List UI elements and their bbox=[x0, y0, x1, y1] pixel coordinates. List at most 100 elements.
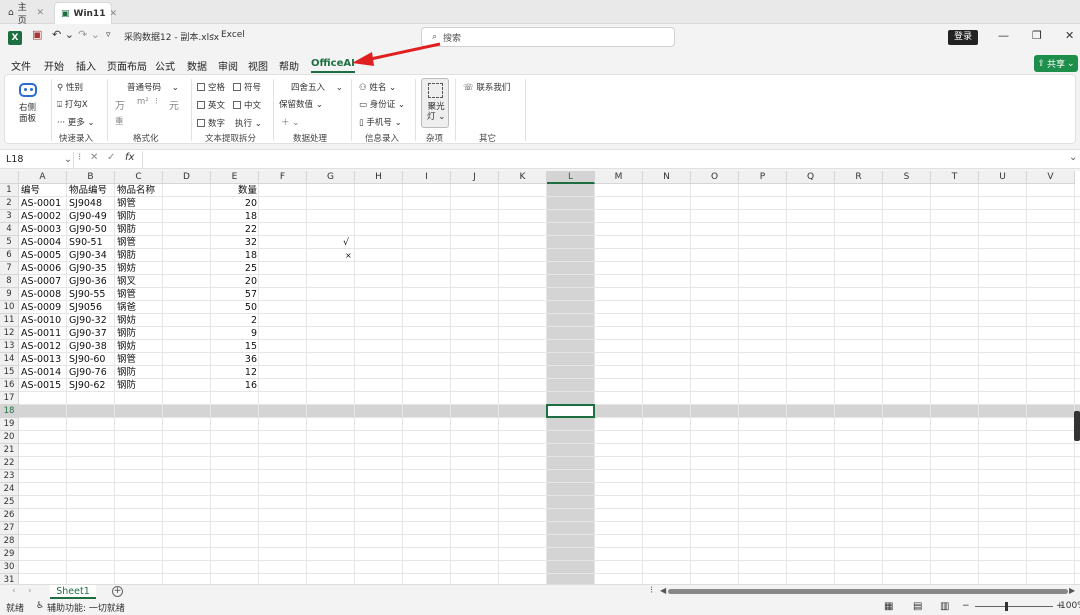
menu-file[interactable]: 文件 bbox=[11, 58, 31, 73]
zoom-level[interactable]: 100% bbox=[1060, 601, 1080, 611]
cell-quantity[interactable]: 9 bbox=[211, 327, 257, 340]
row-header-17[interactable]: 17 bbox=[0, 392, 19, 405]
cell-item-code[interactable]: GJ90-38 bbox=[69, 340, 107, 353]
cell-quantity[interactable]: 50 bbox=[211, 301, 257, 314]
row-header-25[interactable]: 25 bbox=[0, 496, 19, 509]
splitter-handle[interactable]: ⁝ bbox=[650, 585, 653, 596]
gender-button[interactable]: ⚲ 性别 bbox=[57, 81, 83, 93]
column-header-t[interactable]: T bbox=[931, 171, 979, 184]
column-header-f[interactable]: F bbox=[259, 171, 307, 184]
row-header-21[interactable]: 21 bbox=[0, 444, 19, 457]
name-box[interactable]: L18 ⌄ bbox=[4, 152, 74, 168]
normal-view-icon[interactable]: ▦ bbox=[884, 601, 893, 612]
search-box[interactable]: ⌕ 搜索 bbox=[421, 27, 675, 47]
zoom-slider[interactable] bbox=[975, 606, 1053, 607]
column-header-s[interactable]: S bbox=[883, 171, 931, 184]
cell-item-code[interactable]: SJ9048 bbox=[69, 197, 102, 210]
insert-function-button[interactable]: fx bbox=[125, 152, 134, 163]
cell-id[interactable]: AS-0005 bbox=[21, 249, 61, 262]
column-title[interactable]: 数量 bbox=[211, 184, 257, 197]
row-header-18[interactable]: 18 bbox=[0, 405, 19, 418]
row-header-5[interactable]: 5 bbox=[0, 236, 19, 249]
formula-input[interactable] bbox=[142, 151, 1070, 168]
row-header-23[interactable]: 23 bbox=[0, 470, 19, 483]
cell-item-code[interactable]: SJ9056 bbox=[69, 301, 102, 314]
cell-item-name[interactable]: 钢防 bbox=[117, 210, 136, 223]
row-header-1[interactable]: 1 bbox=[0, 184, 19, 197]
cell-item-name[interactable]: 钢防 bbox=[117, 366, 136, 379]
cell-id[interactable]: AS-0008 bbox=[21, 288, 61, 301]
cell-id[interactable]: AS-0004 bbox=[21, 236, 61, 249]
cell-item-code[interactable]: GJ90-50 bbox=[69, 223, 107, 236]
contact-us-button[interactable]: ☏ 联系我们 bbox=[463, 81, 510, 93]
redo-icon[interactable]: ↷ ⌄ bbox=[78, 28, 100, 41]
cell-item-code[interactable]: GJ90-35 bbox=[69, 262, 107, 275]
column-header-e[interactable]: E bbox=[211, 171, 259, 184]
row-header-9[interactable]: 9 bbox=[0, 288, 19, 301]
horizontal-scrollbar[interactable] bbox=[668, 589, 1068, 594]
cell-quantity[interactable]: 22 bbox=[211, 223, 257, 236]
cell-item-name[interactable]: 锅爸 bbox=[117, 301, 136, 314]
column-header-h[interactable]: H bbox=[355, 171, 403, 184]
row-header-27[interactable]: 27 bbox=[0, 522, 19, 535]
column-header-o[interactable]: O bbox=[691, 171, 739, 184]
sheet-tab-sheet1[interactable]: Sheet1 bbox=[50, 585, 96, 599]
confirm-button[interactable]: ✓ bbox=[107, 152, 115, 163]
cell-item-code[interactable]: S90-51 bbox=[69, 236, 103, 249]
cell-item-name[interactable]: 钢妨 bbox=[117, 340, 136, 353]
row-header-6[interactable]: 6 bbox=[0, 249, 19, 262]
page-break-view-icon[interactable]: ▥ bbox=[940, 601, 949, 612]
cell-item-name[interactable]: 钢管 bbox=[117, 288, 136, 301]
cell-item-name[interactable]: 钢叉 bbox=[117, 275, 136, 288]
cell-item-name[interactable]: 钢管 bbox=[117, 353, 136, 366]
share-button[interactable]: ⇪ 共享 ⌄ bbox=[1034, 55, 1078, 72]
row-header-29[interactable]: 29 bbox=[0, 548, 19, 561]
vertical-scrollbar[interactable] bbox=[1074, 411, 1080, 441]
cell-quantity[interactable]: 16 bbox=[211, 379, 257, 392]
row-header-2[interactable]: 2 bbox=[0, 197, 19, 210]
menu-review[interactable]: 审阅 bbox=[218, 58, 238, 73]
execute-button[interactable]: 执行 ⌄ bbox=[235, 117, 262, 129]
cell-item-name[interactable]: 钢肪 bbox=[117, 249, 136, 262]
menu-view[interactable]: 视图 bbox=[248, 58, 268, 73]
cell-id[interactable]: AS-0012 bbox=[21, 340, 61, 353]
column-header-m[interactable]: M bbox=[595, 171, 643, 184]
scroll-left-icon[interactable]: ◀ bbox=[660, 586, 666, 595]
row-header-14[interactable]: 14 bbox=[0, 353, 19, 366]
check-mark-button[interactable]: ⍗ 打勾X bbox=[57, 98, 88, 110]
row-header-12[interactable]: 12 bbox=[0, 327, 19, 340]
number-checkbox[interactable]: 数字 bbox=[197, 117, 225, 129]
column-header-c[interactable]: C bbox=[115, 171, 163, 184]
row-header-15[interactable]: 15 bbox=[0, 366, 19, 379]
prev-sheet-icon[interactable]: ‹ bbox=[12, 586, 16, 596]
cell-cross-mark[interactable]: × bbox=[345, 249, 352, 262]
column-title[interactable]: 物品编号 bbox=[69, 184, 107, 197]
cell-id[interactable]: AS-0009 bbox=[21, 301, 61, 314]
cell-quantity[interactable]: 20 bbox=[211, 275, 257, 288]
cell-quantity[interactable]: 18 bbox=[211, 210, 257, 223]
column-title[interactable]: 编号 bbox=[21, 184, 40, 197]
cancel-button[interactable]: ✕ bbox=[90, 152, 98, 163]
add-sheet-button[interactable]: + bbox=[112, 586, 123, 597]
column-header-k[interactable]: K bbox=[499, 171, 547, 184]
row-header-16[interactable]: 16 bbox=[0, 379, 19, 392]
cell-id[interactable]: AS-0014 bbox=[21, 366, 61, 379]
next-sheet-icon[interactable]: › bbox=[28, 586, 32, 596]
menu-officeai[interactable]: OfficeAI bbox=[311, 58, 355, 73]
cell-id[interactable]: AS-0015 bbox=[21, 379, 61, 392]
menu-home[interactable]: 开始 bbox=[44, 58, 64, 73]
column-header-u[interactable]: U bbox=[979, 171, 1027, 184]
cell-item-code[interactable]: GJ90-32 bbox=[69, 314, 107, 327]
select-all-corner[interactable] bbox=[0, 171, 19, 184]
repeat-button[interactable]: 重 bbox=[115, 115, 124, 127]
cell-id[interactable]: AS-0003 bbox=[21, 223, 61, 236]
column-header-v[interactable]: V bbox=[1027, 171, 1075, 184]
cell-quantity[interactable]: 25 bbox=[211, 262, 257, 275]
phone-dropdown[interactable]: ▯ 手机号 ⌄ bbox=[359, 116, 402, 128]
square-meter-button[interactable]: m² bbox=[137, 97, 149, 107]
customize-toolbar-icon[interactable]: ▿ bbox=[106, 30, 111, 40]
zoom-out-icon[interactable]: − bbox=[962, 601, 970, 611]
row-header-22[interactable]: 22 bbox=[0, 457, 19, 470]
login-button[interactable]: 登录 bbox=[948, 30, 978, 45]
space-checkbox[interactable]: 空格 bbox=[197, 81, 225, 93]
